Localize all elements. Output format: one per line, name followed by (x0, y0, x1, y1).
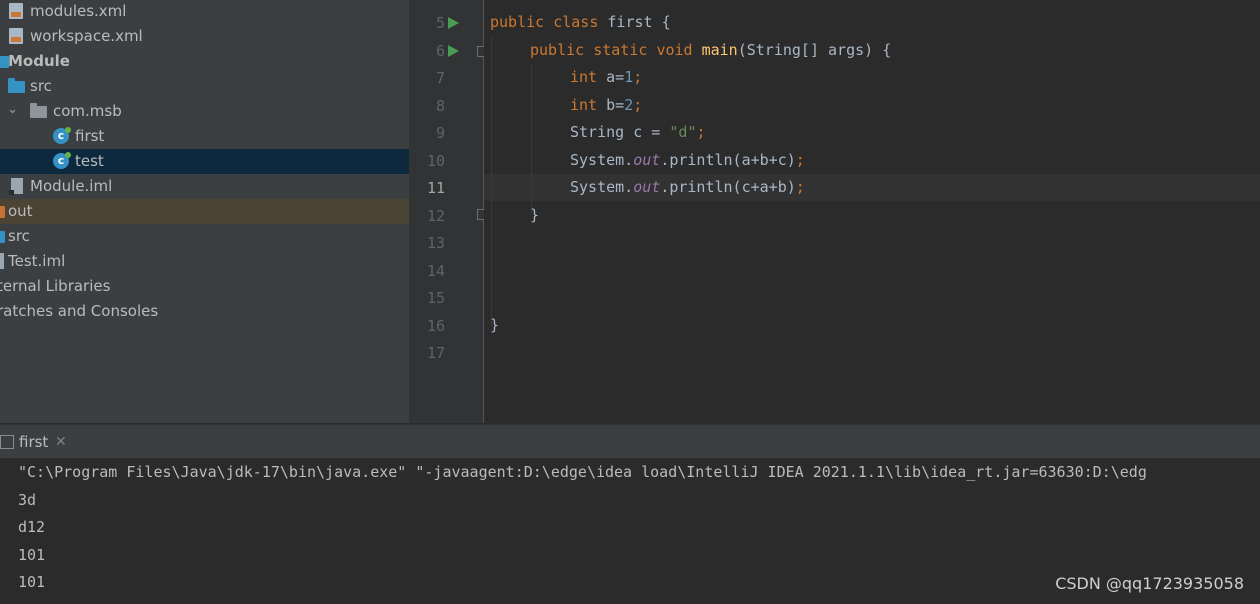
tree-item-scratches[interactable]: ratches and Consoles (0, 299, 409, 324)
line-number: 12 (426, 207, 445, 225)
tree-item-out[interactable]: out (0, 199, 409, 224)
tree-item-workspace-xml[interactable]: workspace.xml (0, 24, 409, 49)
code-line-10: System.out.println(a+b+c); (570, 151, 805, 169)
code-line-12: } (530, 206, 540, 224)
iml-file-icon (9, 178, 23, 195)
indent-guide (531, 64, 532, 214)
code-line-6: public static void main(String[] args) { (530, 41, 892, 59)
code-line-16: } (490, 316, 500, 334)
code-line-5: public class first { (490, 13, 671, 31)
line-number: 6 (435, 42, 445, 60)
run-main-icon[interactable] (448, 45, 459, 57)
editor-gutter: 5 6 7 8 9 10 11 12 13 14 15 16 17 (409, 0, 488, 423)
code-line-9: String c = "d"; (570, 123, 706, 141)
code-line-11: System.out.println(c+a+b); (570, 178, 805, 196)
xml-file-icon (9, 3, 23, 19)
console-icon (0, 435, 14, 449)
package-icon (30, 103, 47, 118)
tree-item-src[interactable]: src (0, 74, 409, 99)
iml-file-icon (0, 253, 4, 269)
tree-item-src-root[interactable]: src (0, 224, 409, 249)
watermark: CSDN @qq1723935058 (1055, 574, 1244, 593)
xml-file-icon (9, 28, 23, 44)
console-line: 3d (18, 491, 37, 509)
line-number: 14 (426, 262, 445, 280)
project-tree-panel: modules.xml workspace.xml Module src ⌄ c… (0, 0, 409, 423)
line-number: 16 (426, 317, 445, 335)
line-number: 10 (426, 152, 445, 170)
tree-item-first[interactable]: c first (0, 124, 409, 149)
line-number: 8 (435, 97, 445, 115)
line-number: 7 (435, 69, 445, 87)
java-class-icon: c (53, 152, 71, 169)
tree-item-test[interactable]: c test (0, 149, 409, 174)
line-number: 9 (435, 124, 445, 142)
line-number: 17 (426, 344, 445, 362)
source-folder-icon (0, 231, 5, 243)
source-folder-icon (8, 78, 25, 93)
run-panel-header: first ✕ (0, 424, 1260, 459)
indent-guide (491, 36, 492, 326)
excluded-folder-icon (0, 206, 5, 218)
run-class-icon[interactable] (448, 17, 459, 29)
close-icon[interactable]: ✕ (55, 434, 67, 450)
line-number: 13 (426, 234, 445, 252)
console-line: 101 (18, 546, 46, 564)
line-number-active: 11 (426, 179, 445, 197)
code-editor[interactable]: public class first { public static void … (484, 0, 1260, 423)
code-line-7: int a=1; (570, 68, 643, 86)
java-class-icon: c (53, 127, 71, 144)
tree-item-modules-xml[interactable]: modules.xml (0, 0, 409, 24)
line-number: 15 (426, 289, 445, 307)
code-line-8: int b=2; (570, 96, 643, 114)
tree-item-external-libraries[interactable]: ternal Libraries (0, 274, 409, 299)
tree-item-module[interactable]: Module (0, 49, 409, 74)
tree-item-module-iml[interactable]: Module.iml (0, 174, 409, 199)
console-line: "C:\Program Files\Java\jdk-17\bin\java.e… (18, 463, 1147, 481)
run-tab-label: first (19, 433, 49, 451)
chevron-down-icon[interactable]: ⌄ (7, 102, 18, 117)
console-line: d12 (18, 518, 46, 536)
tree-item-com-msb[interactable]: ⌄ com.msb (0, 99, 409, 124)
line-number: 5 (435, 14, 445, 32)
console-line: 101 (18, 573, 46, 591)
tree-item-test-iml[interactable]: Test.iml (0, 249, 409, 274)
